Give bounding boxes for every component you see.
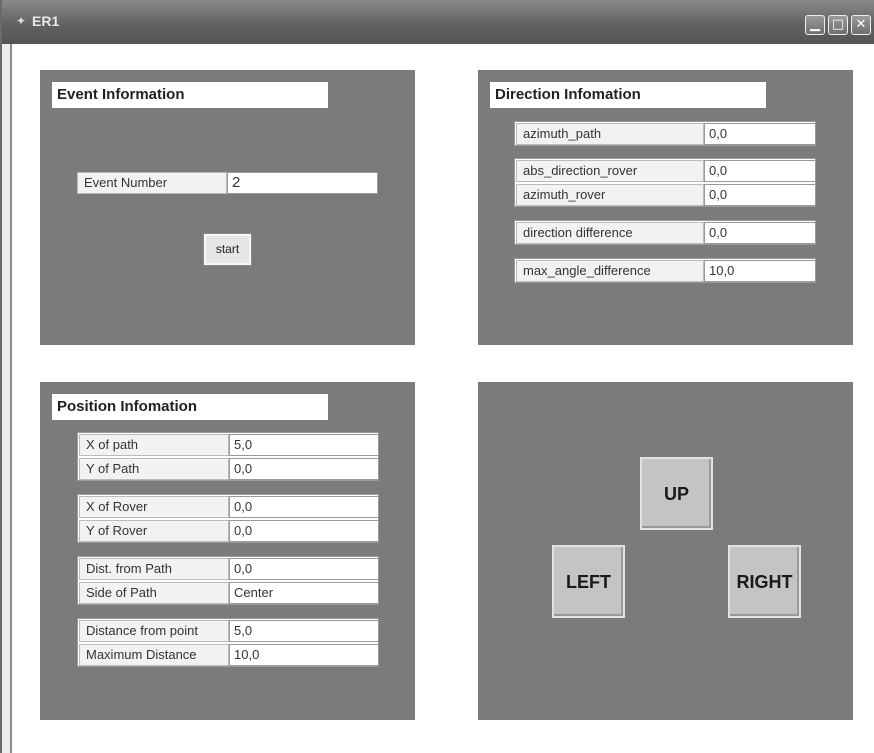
control-panel: UP LEFT RIGHT [478,382,853,720]
event-information-title: Event Information [52,82,328,108]
up-button[interactable]: UP [640,457,713,530]
maximize-button[interactable]: □ [828,15,848,35]
field-row: azimuth_path 0,0 [516,123,816,145]
maximize-icon: □ [831,17,845,32]
minimize-icon: ▁ [810,17,820,32]
dist-from-path-field[interactable]: 0,0 [229,558,379,580]
y-of-path-field[interactable]: 0,0 [229,458,379,480]
y-of-rover-label: Y of Rover [79,520,229,542]
x-of-rover-label: X of Rover [79,496,229,518]
field-row: max_angle_difference 10,0 [516,260,816,282]
azimuth-path-group: azimuth_path 0,0 [514,121,816,146]
close-button[interactable]: ✕ [851,15,871,35]
path-relation-group: Dist. from Path 0,0 Side of Path Center [77,556,379,605]
direction-information-panel: Direction Infomation azimuth_path 0,0 ab… [478,70,853,345]
y-of-path-label: Y of Path [79,458,229,480]
azimuth-rover-label: azimuth_rover [516,184,704,206]
event-number-label: Event Number [77,172,227,194]
y-of-rover-field[interactable]: 0,0 [229,520,379,542]
dist-from-path-label: Dist. from Path [79,558,229,580]
direction-difference-field[interactable]: 0,0 [704,222,816,244]
x-of-path-field[interactable]: 5,0 [229,434,379,456]
position-information-title: Position Infomation [52,394,328,420]
max-angle-difference-field[interactable]: 10,0 [704,260,816,282]
client-area: Event Information Event Number 2 start D… [10,44,874,753]
x-of-path-label: X of path [79,434,229,456]
max-angle-difference-group: max_angle_difference 10,0 [514,258,816,283]
azimuth-path-label: azimuth_path [516,123,704,145]
maximum-distance-label: Maximum Distance [79,644,229,666]
field-row: X of Rover 0,0 [79,496,379,518]
azimuth-path-field[interactable]: 0,0 [704,123,816,145]
field-row: abs_direction_rover 0,0 [516,160,816,182]
field-row: direction difference 0,0 [516,222,816,244]
x-of-rover-field[interactable]: 0,0 [229,496,379,518]
distance-from-point-label: Distance from point [79,620,229,642]
distance-group: Distance from point 5,0 Maximum Distance… [77,618,379,667]
left-button[interactable]: LEFT [552,545,625,618]
field-row: Maximum Distance 10,0 [79,644,379,666]
field-row: Y of Rover 0,0 [79,520,379,542]
abs-direction-rover-label: abs_direction_rover [516,160,704,182]
field-row: X of path 5,0 [79,434,379,456]
field-row: Dist. from Path 0,0 [79,558,379,580]
right-button[interactable]: RIGHT [728,545,801,618]
side-of-path-field[interactable]: Center [229,582,379,604]
field-row: Side of Path Center [79,582,379,604]
side-of-path-label: Side of Path [79,582,229,604]
maximum-distance-field[interactable]: 10,0 [229,644,379,666]
distance-from-point-field[interactable]: 5,0 [229,620,379,642]
path-coordinates-group: X of path 5,0 Y of Path 0,0 [77,432,379,481]
event-information-panel: Event Information Event Number 2 start [40,70,415,345]
field-row: azimuth_rover 0,0 [516,184,816,206]
event-number-row: Event Number 2 [77,172,378,194]
azimuth-rover-field[interactable]: 0,0 [704,184,816,206]
title-bar[interactable]: ✦ ER1 ▁ □ ✕ [2,0,874,44]
direction-difference-group: direction difference 0,0 [514,220,816,245]
direction-information-title: Direction Infomation [490,82,766,108]
rover-coordinates-group: X of Rover 0,0 Y of Rover 0,0 [77,494,379,543]
field-row: Y of Path 0,0 [79,458,379,480]
rover-direction-group: abs_direction_rover 0,0 azimuth_rover 0,… [514,158,816,207]
direction-difference-label: direction difference [516,222,704,244]
start-button[interactable]: start [203,233,252,266]
app-window-icon: ✦ [16,14,27,28]
application-window: ✦ ER1 ▁ □ ✕ Event Information Event Numb… [0,0,874,753]
field-row: Distance from point 5,0 [79,620,379,642]
position-information-panel: Position Infomation X of path 5,0 Y of P… [40,382,415,720]
close-icon: ✕ [855,17,867,32]
abs-direction-rover-field[interactable]: 0,0 [704,160,816,182]
window-title: ER1 [32,13,60,29]
max-angle-difference-label: max_angle_difference [516,260,704,282]
event-number-field[interactable]: 2 [227,172,378,194]
minimize-button[interactable]: ▁ [805,15,825,35]
